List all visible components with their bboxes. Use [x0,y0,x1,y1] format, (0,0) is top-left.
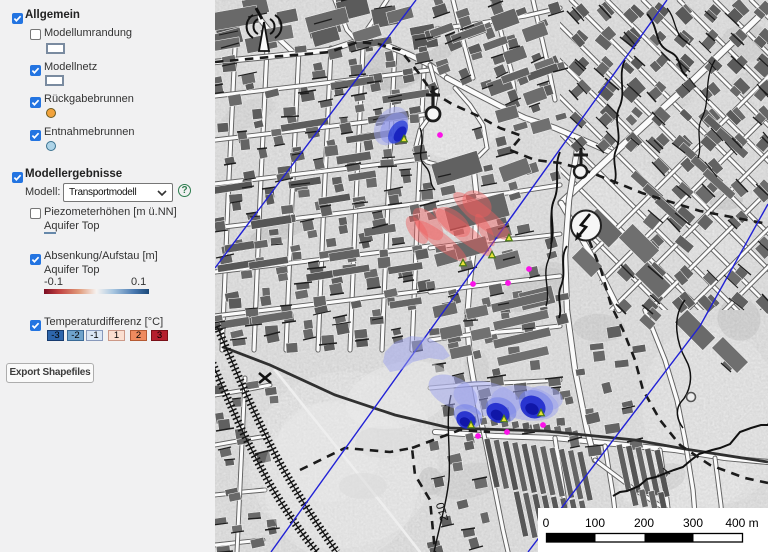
svg-text:400 m: 400 m [725,516,758,530]
svg-text:100: 100 [585,516,605,530]
svg-text:200: 200 [634,516,654,530]
svg-text:0: 0 [543,516,550,530]
svg-text:300: 300 [683,516,703,530]
